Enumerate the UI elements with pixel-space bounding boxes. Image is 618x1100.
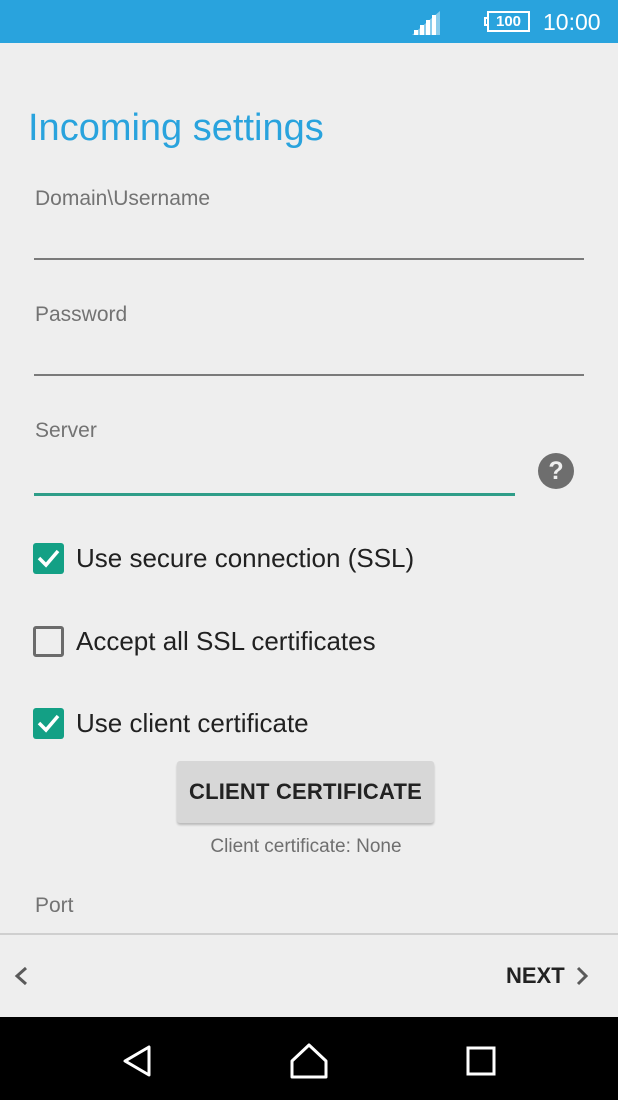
question-mark-icon[interactable]: ? bbox=[538, 453, 574, 489]
client-cert-checkbox[interactable] bbox=[33, 707, 64, 739]
checkmark-icon bbox=[37, 714, 60, 733]
bottom-action-bar: NEXT bbox=[0, 935, 618, 1017]
ssl-checkbox-row[interactable]: Use secure connection (SSL) bbox=[33, 538, 414, 578]
chevron-right-icon bbox=[576, 966, 588, 986]
square-recents-icon[interactable] bbox=[461, 1041, 501, 1081]
password-label: Password bbox=[35, 303, 128, 326]
ssl-checkbox-label: Use secure connection (SSL) bbox=[76, 543, 415, 573]
accept-ssl-checkbox-label: Accept all SSL certificates bbox=[76, 626, 376, 656]
signal-strength-icon bbox=[412, 11, 440, 35]
clock: 10:00 bbox=[543, 9, 601, 35]
next-button[interactable]: NEXT bbox=[506, 957, 590, 995]
incoming-settings-form[interactable]: Incoming settings Domain\Username Passwo… bbox=[0, 43, 618, 933]
home-icon[interactable] bbox=[289, 1041, 329, 1081]
client-cert-checkbox-label: Use client certificate bbox=[76, 708, 309, 738]
battery-icon: 100 bbox=[484, 11, 530, 32]
system-navigation-bar bbox=[0, 1017, 618, 1100]
client-certificate-status: Client certificate: None bbox=[210, 836, 402, 857]
server-field[interactable] bbox=[34, 455, 515, 496]
username-label: Domain\Username bbox=[35, 187, 211, 210]
triangle-back-icon[interactable] bbox=[118, 1041, 158, 1081]
password-field[interactable] bbox=[34, 336, 584, 376]
status-bar: 100 10:00 bbox=[0, 0, 618, 43]
chevron-left-icon[interactable] bbox=[8, 958, 36, 994]
server-label: Server bbox=[35, 419, 97, 442]
checkmark-icon bbox=[37, 549, 60, 568]
battery-level: 100 bbox=[487, 11, 530, 32]
client-cert-checkbox-row[interactable]: Use client certificate bbox=[33, 703, 309, 743]
accept-ssl-checkbox[interactable] bbox=[33, 625, 64, 657]
client-certificate-button[interactable]: CLIENT CERTIFICATE bbox=[177, 761, 434, 823]
page-title: Incoming settings bbox=[28, 107, 324, 149]
username-field[interactable] bbox=[34, 220, 584, 260]
accept-ssl-checkbox-row[interactable]: Accept all SSL certificates bbox=[33, 621, 376, 661]
ssl-checkbox[interactable] bbox=[33, 542, 64, 574]
port-label: Port bbox=[35, 894, 74, 917]
next-button-label: NEXT bbox=[506, 963, 565, 988]
